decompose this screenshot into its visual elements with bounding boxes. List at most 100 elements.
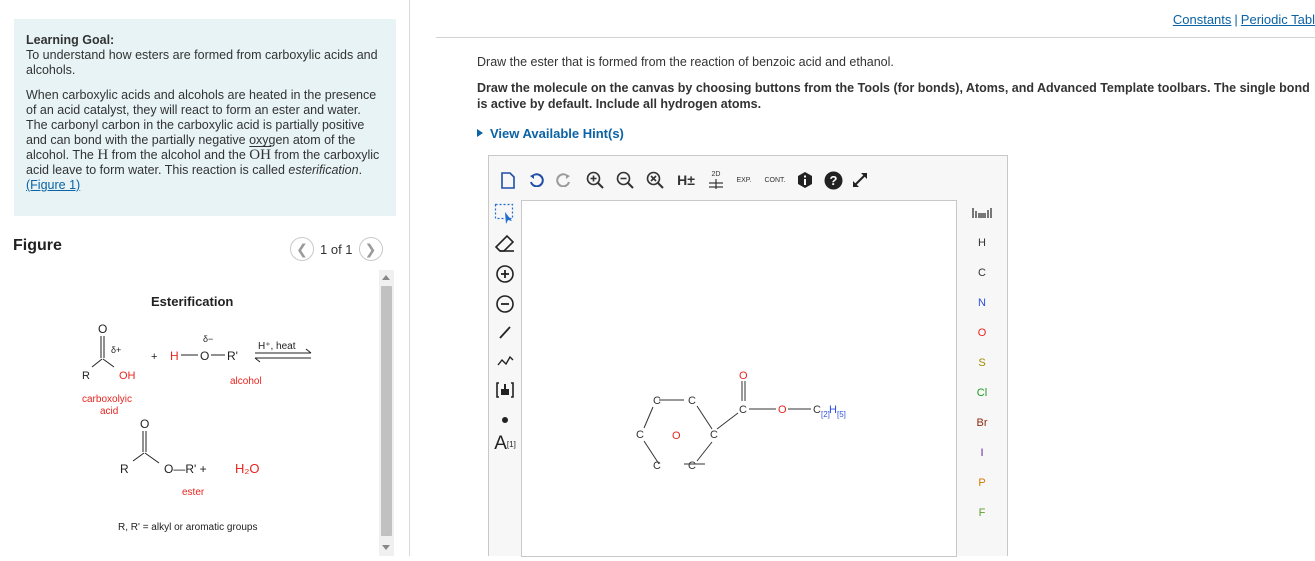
- scroll-up-arrow-icon[interactable]: [382, 275, 390, 280]
- ring-atom-1: C: [653, 395, 661, 407]
- atom-button-N[interactable]: N: [957, 294, 1007, 312]
- carbonyl-carbon: C: [739, 404, 747, 416]
- view-hints-toggle[interactable]: View Available Hint(s): [477, 126, 624, 141]
- alcohol-O: O: [200, 349, 209, 363]
- molecule-editor: H± 2D EXP. CONT. ? A [1] C C C C C C O C…: [488, 155, 1008, 557]
- learning-goal-summary: To understand how esters are formed from…: [26, 48, 378, 77]
- ring-atom-4: C: [710, 429, 718, 441]
- term-esterification: esterification: [288, 163, 359, 177]
- figure-heading: Figure: [13, 237, 62, 254]
- learning-goal-box: Learning Goal: To understand how esters …: [14, 19, 396, 216]
- hydrogen-count: [5]: [837, 410, 846, 419]
- negative-charge-button[interactable]: [493, 292, 517, 316]
- chain-tool-button[interactable]: [493, 348, 517, 372]
- ethyl-carbon: C: [813, 404, 821, 416]
- alcohol-H: H: [170, 349, 179, 363]
- zoom-reset-button[interactable]: [645, 170, 665, 190]
- ring-atom-5: C: [653, 460, 661, 472]
- select-tool-button[interactable]: [493, 202, 517, 226]
- help-button[interactable]: ?: [823, 170, 843, 190]
- atom-button-S[interactable]: S: [957, 354, 1007, 372]
- contract-button[interactable]: CONT.: [761, 170, 789, 190]
- atom-label-letter: A: [494, 433, 507, 454]
- next-figure-button[interactable]: ❯: [358, 237, 383, 261]
- zoom-out-button[interactable]: [615, 170, 635, 190]
- ester-carbonyl-O: O: [140, 417, 149, 431]
- single-bond-button[interactable]: [493, 320, 517, 344]
- water-formula: H₂O: [235, 461, 260, 476]
- atom-button-I[interactable]: I: [957, 444, 1007, 462]
- constants-link[interactable]: Constants: [1173, 12, 1232, 27]
- chevron-left-icon: ❮: [296, 240, 308, 257]
- info-button[interactable]: [795, 170, 815, 190]
- acid-R: R: [82, 370, 90, 382]
- acid-label-2: acid: [100, 406, 118, 417]
- ester-oxygen: O: [778, 404, 787, 416]
- left-panel: Learning Goal: To understand how esters …: [0, 0, 410, 556]
- zoom-in-icon: [586, 171, 604, 189]
- resource-links: Constants | Periodic Tabl: [1173, 12, 1315, 27]
- figure-link[interactable]: (Figure 1): [26, 178, 80, 192]
- positive-charge-button[interactable]: [493, 262, 517, 286]
- erase-tool-button[interactable]: [493, 232, 517, 256]
- figure-pager: ❮ 1 of 1 ❯: [290, 237, 383, 261]
- ring-atom-2: C: [688, 395, 696, 407]
- select-lasso-icon: [494, 203, 514, 224]
- atom-button-H[interactable]: H: [957, 234, 1007, 252]
- drawing-canvas[interactable]: C C C C C C O C O O C [2] H [5]: [521, 200, 957, 557]
- paragraph-text-4: .: [358, 163, 363, 177]
- atom-button-F[interactable]: F: [957, 504, 1007, 522]
- ethyl-hydrogen: H: [829, 404, 837, 416]
- atom-button-O[interactable]: O: [957, 324, 1007, 342]
- carbonyl-oxygen: O: [739, 370, 748, 382]
- caret-right-icon: [477, 129, 483, 137]
- figure-footnote: R, R' = alkyl or aromatic groups: [118, 522, 257, 533]
- single-bond-icon: [499, 326, 511, 339]
- atom-button-C[interactable]: C: [957, 264, 1007, 282]
- template-tool-button[interactable]: [493, 378, 517, 402]
- pager-text: 1 of 1: [320, 241, 353, 257]
- minus-charge-icon: [496, 295, 514, 313]
- alcohol-R: R': [227, 349, 238, 363]
- ester-label: ester: [182, 487, 205, 498]
- scroll-down-arrow-icon[interactable]: [382, 545, 390, 550]
- plus-charge-icon: [496, 265, 514, 283]
- clean-2d-label: 2D: [711, 171, 721, 178]
- ester-R: R: [120, 462, 129, 476]
- question-text: Draw the ester that is formed from the r…: [477, 55, 894, 69]
- fullscreen-button[interactable]: [849, 170, 871, 190]
- atom-label-button[interactable]: A [1]: [493, 432, 517, 456]
- info-icon: [798, 172, 812, 188]
- svg-text:?: ?: [829, 173, 837, 188]
- new-document-button[interactable]: [499, 170, 517, 190]
- atom-label-sup: [1]: [506, 439, 516, 449]
- redo-button[interactable]: [555, 170, 573, 190]
- redo-icon: [556, 173, 570, 187]
- add-hydrogens-button[interactable]: H±: [673, 170, 699, 190]
- template-icon: [496, 382, 514, 398]
- zoom-in-button[interactable]: [585, 170, 605, 190]
- radical-button[interactable]: [493, 406, 517, 430]
- delta-minus: δ−: [203, 334, 213, 344]
- periodic-table-button[interactable]: [957, 204, 1007, 222]
- figure-scrollbar[interactable]: [379, 270, 394, 556]
- atom-button-Cl[interactable]: Cl: [957, 384, 1007, 402]
- zoom-fit-icon: [646, 171, 664, 189]
- expand-button[interactable]: EXP.: [733, 170, 755, 190]
- prev-figure-button[interactable]: ❮: [290, 237, 314, 261]
- atom-button-P[interactable]: P: [957, 474, 1007, 492]
- scroll-thumb[interactable]: [381, 286, 392, 536]
- header-divider: [436, 37, 1315, 38]
- radical-dot-icon: [502, 417, 508, 423]
- link-separator: |: [1234, 12, 1238, 27]
- editor-top-toolbar: H± 2D EXP. CONT. ?: [489, 156, 1007, 200]
- periodic-table-link[interactable]: Periodic Tabl: [1241, 12, 1315, 27]
- ring-atom-6: C: [688, 460, 696, 472]
- hint-label: View Available Hint(s): [490, 126, 624, 141]
- delta-plus: δ+: [111, 345, 121, 355]
- paragraph-text-2: from the alcohol and the: [108, 148, 250, 162]
- atom-button-Br[interactable]: Br: [957, 414, 1007, 432]
- clean-2d-button[interactable]: 2D: [705, 170, 727, 190]
- undo-button[interactable]: [527, 170, 545, 190]
- undo-icon: [530, 173, 544, 187]
